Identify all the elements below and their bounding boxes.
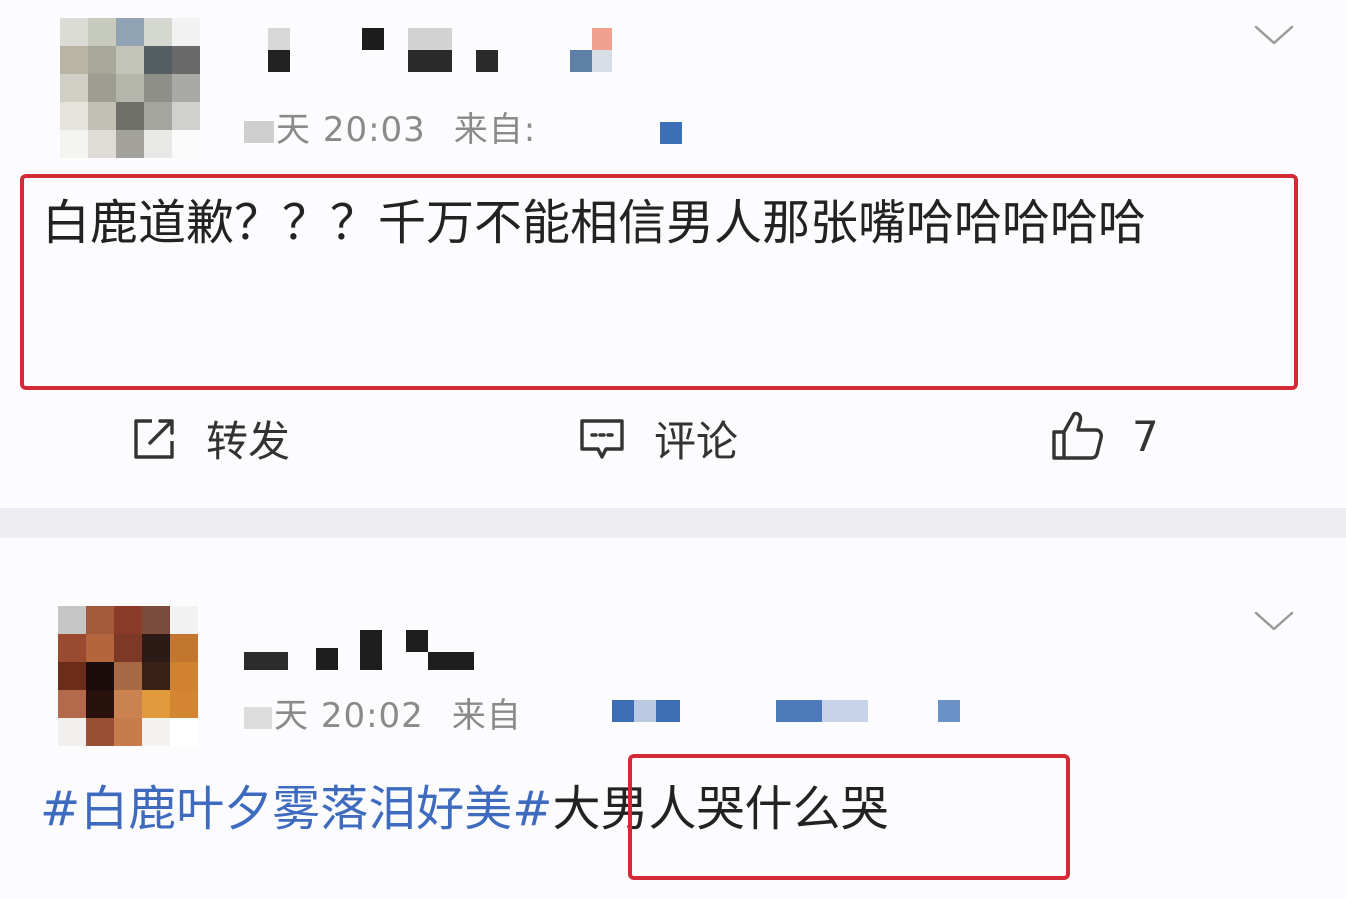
hashtag-link[interactable]: #白鹿叶夕雾落泪好美#: [40, 781, 552, 837]
chevron-down-icon[interactable]: [1254, 24, 1294, 46]
source-mosaic[interactable]: [612, 700, 962, 724]
avatar[interactable]: [60, 18, 200, 158]
post-card: 天 20:03 来自: 白鹿道歉？？？千万不能相信男人那张嘴哈哈哈哈哈 转发 评论: [0, 0, 1346, 508]
post-meta: 天 20:03 来自:: [244, 102, 536, 151]
repost-button[interactable]: 转发: [128, 408, 290, 469]
source-mosaic[interactable]: [660, 122, 684, 144]
post-time: 20:02: [320, 696, 424, 736]
like-button[interactable]: 7: [1050, 408, 1159, 464]
post-separator: [0, 508, 1346, 538]
username-mosaic[interactable]: [244, 626, 484, 672]
redacted-block: [244, 120, 274, 143]
redacted-block: [244, 706, 272, 729]
source-prefix: 来自: [451, 696, 522, 736]
post-time: 20:03: [322, 110, 426, 150]
repost-label: 转发: [206, 417, 291, 466]
like-count: 7: [1132, 411, 1159, 461]
comment-icon: [580, 418, 624, 459]
highlight-box: [628, 754, 1070, 880]
source-prefix: 来自:: [453, 110, 537, 150]
chevron-down-icon[interactable]: [1254, 610, 1294, 632]
username-mosaic[interactable]: [262, 26, 622, 76]
thumbs-up-icon: [1052, 411, 1103, 460]
action-bar: 转发 评论 7: [0, 408, 1346, 478]
avatar[interactable]: [58, 606, 198, 746]
time-prefix: 天: [274, 696, 309, 736]
comment-button[interactable]: 评论: [576, 408, 738, 469]
post-card: 天 20:02 来自 #白鹿叶夕雾落泪好美#大男人哭什么哭: [0, 538, 1346, 898]
time-prefix: 天: [276, 110, 311, 150]
comment-label: 评论: [654, 417, 739, 466]
repost-icon: [134, 418, 174, 459]
post-meta: 天 20:02 来自: [244, 688, 522, 737]
highlight-box: [20, 174, 1298, 390]
